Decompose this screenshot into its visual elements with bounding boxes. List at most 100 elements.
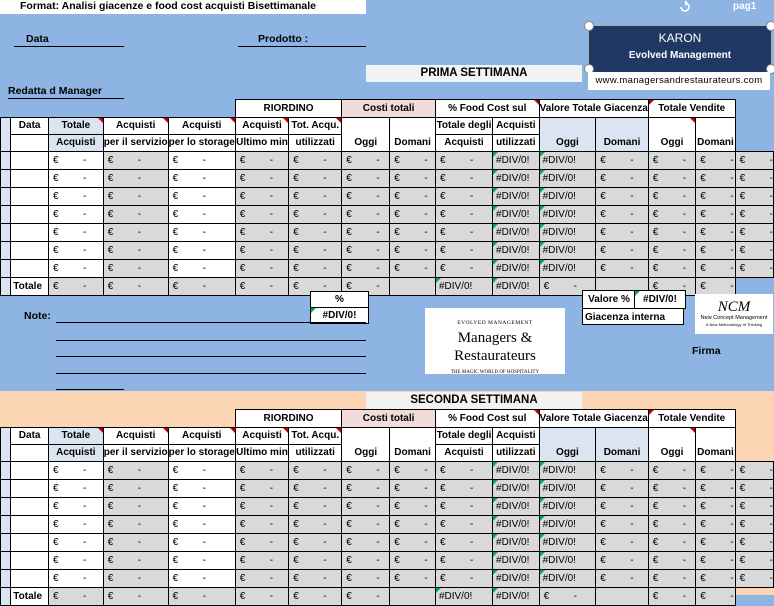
currency-cell[interactable]: € - [695, 259, 736, 278]
currency-cell[interactable]: € - [341, 497, 391, 516]
currency-cell[interactable]: € - [647, 587, 697, 606]
currency-cell[interactable]: € - [102, 533, 169, 552]
currency-cell[interactable]: € - [434, 151, 494, 170]
date-cell[interactable] [10, 497, 49, 516]
currency-cell[interactable]: € - [434, 533, 494, 552]
currency-cell[interactable]: € - [167, 223, 236, 242]
currency-cell[interactable]: € - [167, 497, 236, 516]
div0-cell[interactable]: #DIV/0! [538, 479, 597, 498]
currency-cell[interactable]: € - [167, 187, 236, 206]
currency-cell[interactable]: € - [595, 169, 649, 188]
currency-cell[interactable]: € - [288, 241, 343, 260]
currency-cell[interactable]: € - [102, 241, 169, 260]
div0-cell[interactable]: #DIV/0! [492, 205, 540, 224]
currency-cell[interactable]: € - [47, 277, 104, 296]
currency-cell[interactable]: € - [102, 277, 169, 296]
currency-cell[interactable]: € - [647, 461, 697, 480]
div0-cell[interactable]: #DIV/0! [538, 169, 597, 188]
currency-cell[interactable]: € - [734, 515, 774, 534]
currency-cell[interactable]: € - [595, 533, 649, 552]
note-line[interactable] [56, 356, 366, 357]
currency-cell[interactable]: € - [288, 205, 343, 224]
div0-cell[interactable]: #DIV/0! [492, 533, 540, 552]
currency-cell[interactable]: € - [647, 241, 697, 260]
currency-cell[interactable]: € - [167, 551, 236, 570]
currency-cell[interactable]: € - [167, 259, 236, 278]
date-cell[interactable] [10, 515, 49, 534]
currency-cell[interactable]: € - [595, 461, 649, 480]
currency-cell[interactable]: € - [389, 259, 436, 278]
currency-cell[interactable]: € - [434, 461, 494, 480]
currency-cell[interactable]: € - [341, 187, 391, 206]
date-cell[interactable] [10, 479, 49, 498]
currency-cell[interactable]: € - [234, 587, 290, 606]
currency-cell[interactable]: € - [234, 515, 290, 534]
currency-cell[interactable]: € - [734, 187, 774, 206]
currency-cell[interactable]: € - [47, 587, 104, 606]
currency-cell[interactable]: € - [695, 241, 736, 260]
currency-cell[interactable]: € - [695, 569, 736, 588]
div0-cell[interactable]: #DIV/0! [492, 223, 540, 242]
div0-cell[interactable]: #DIV/0! [538, 187, 597, 206]
currency-cell[interactable]: € - [288, 515, 343, 534]
div0-cell[interactable]: #DIV/0! [434, 277, 494, 296]
currency-cell[interactable]: € - [234, 169, 290, 188]
currency-cell[interactable]: € - [389, 205, 436, 224]
currency-cell[interactable]: € - [47, 241, 104, 260]
currency-cell[interactable]: € - [389, 533, 436, 552]
currency-cell[interactable]: € - [341, 569, 391, 588]
currency-cell[interactable]: € - [47, 479, 104, 498]
currency-cell[interactable]: € - [695, 169, 736, 188]
currency-cell[interactable]: € - [647, 169, 697, 188]
currency-cell[interactable]: € - [647, 259, 697, 278]
div0-cell[interactable]: #DIV/0! [492, 497, 540, 516]
currency-cell[interactable]: € - [595, 569, 649, 588]
currency-cell[interactable]: € - [47, 205, 104, 224]
currency-cell[interactable]: € - [288, 533, 343, 552]
currency-cell[interactable]: € - [341, 169, 391, 188]
currency-cell[interactable]: € - [167, 169, 236, 188]
currency-cell[interactable]: € - [595, 515, 649, 534]
currency-cell[interactable]: € - [389, 497, 436, 516]
currency-cell[interactable]: € - [647, 497, 697, 516]
currency-cell[interactable]: € - [234, 551, 290, 570]
currency-cell[interactable]: € - [434, 259, 494, 278]
div0-cell[interactable]: #DIV/0! [492, 169, 540, 188]
currency-cell[interactable]: € - [167, 241, 236, 260]
note-line[interactable] [56, 373, 366, 374]
currency-cell[interactable]: € - [595, 223, 649, 242]
div0-cell[interactable]: #DIV/0! [538, 551, 597, 570]
currency-cell[interactable]: € - [695, 187, 736, 206]
currency-cell[interactable]: € - [234, 259, 290, 278]
currency-cell[interactable]: € - [695, 515, 736, 534]
currency-cell[interactable]: € - [167, 533, 236, 552]
currency-cell[interactable]: € - [695, 151, 736, 170]
currency-cell[interactable]: € - [595, 205, 649, 224]
currency-cell[interactable]: € - [47, 551, 104, 570]
currency-cell[interactable]: € - [234, 205, 290, 224]
currency-cell[interactable]: € - [434, 205, 494, 224]
karon-brand-box[interactable]: KARON Evolved Management [588, 25, 772, 73]
note-line[interactable] [56, 340, 366, 341]
currency-cell[interactable]: € - [434, 187, 494, 206]
currency-cell[interactable]: € - [47, 569, 104, 588]
div0-cell[interactable]: #DIV/0! [492, 551, 540, 570]
currency-cell[interactable]: € - [695, 551, 736, 570]
currency-cell[interactable]: € - [234, 223, 290, 242]
div0-cell[interactable]: #DIV/0! [538, 461, 597, 480]
resize-handle-icon[interactable] [766, 21, 774, 31]
currency-cell[interactable]: € - [734, 533, 774, 552]
currency-cell[interactable]: € - [288, 551, 343, 570]
currency-cell[interactable]: € - [434, 551, 494, 570]
date-cell[interactable] [10, 461, 49, 480]
currency-cell[interactable]: € - [595, 497, 649, 516]
div0-cell[interactable]: #DIV/0! [538, 241, 597, 260]
currency-cell[interactable]: € - [734, 241, 774, 260]
currency-cell[interactable]: € - [647, 533, 697, 552]
div0-cell[interactable]: #DIV/0! [538, 497, 597, 516]
div0-cell[interactable]: #DIV/0! [538, 151, 597, 170]
div0-cell[interactable]: #DIV/0! [492, 259, 540, 278]
date-cell[interactable] [10, 569, 49, 588]
currency-cell[interactable]: € - [167, 277, 236, 296]
currency-cell[interactable]: € - [341, 259, 391, 278]
